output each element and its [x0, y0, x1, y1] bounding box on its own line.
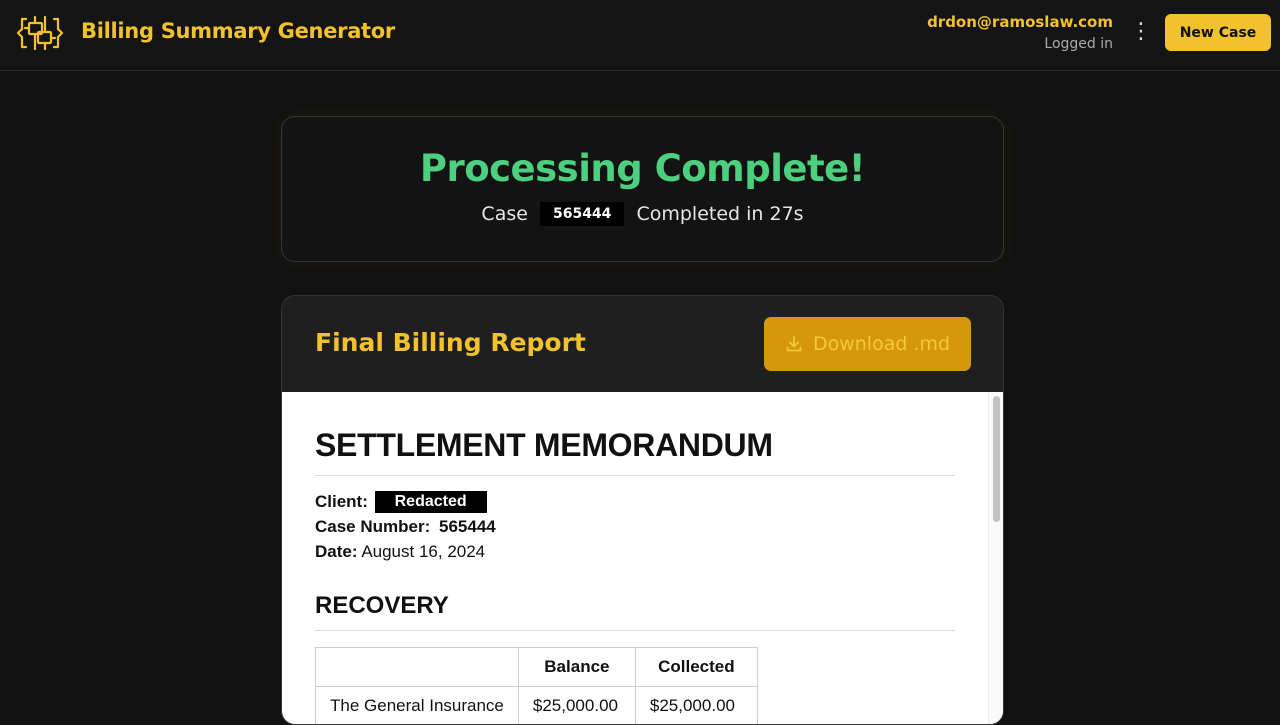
circuit-logo-icon	[16, 13, 64, 53]
case-number-label: Case Number:	[315, 517, 430, 536]
status-line: Case 565444 Completed in 27s	[282, 202, 1003, 226]
case-number-row: Case Number: 565444	[315, 517, 496, 537]
processing-status-card: Processing Complete! Case 565444 Complet…	[281, 116, 1004, 262]
document-heading: SETTLEMENT MEMORANDUM	[315, 427, 773, 464]
completed-time: Completed in 27s	[636, 203, 803, 225]
table-cell: $25,000.00	[635, 687, 757, 725]
top-bar: Billing Summary Generator drdon@ramoslaw…	[0, 0, 1280, 71]
document-scrollbar[interactable]	[988, 392, 1003, 725]
case-number-value: 565444	[439, 517, 496, 536]
download-icon	[785, 335, 803, 353]
app-title: Billing Summary Generator	[81, 19, 395, 43]
table-cell: $25,000.00	[518, 687, 635, 725]
kebab-menu-icon[interactable]: ⋮	[1130, 21, 1148, 45]
date-row: Date: August 16, 2024	[315, 542, 485, 562]
final-report-card: Final Billing Report Download .md SETTLE…	[281, 295, 1004, 725]
scrollbar-thumb[interactable]	[993, 396, 1000, 522]
report-header: Final Billing Report Download .md	[282, 296, 1003, 392]
status-title: Processing Complete!	[282, 147, 1003, 190]
client-redacted-value: Redacted	[375, 491, 487, 513]
column-header: Collected	[635, 648, 757, 687]
user-info: drdon@ramoslaw.com Logged in	[927, 12, 1113, 54]
recovery-heading: RECOVERY	[315, 592, 449, 620]
date-value: August 16, 2024	[361, 542, 485, 561]
case-prefix: Case	[481, 203, 528, 225]
column-header: Balance	[518, 648, 635, 687]
column-header	[316, 648, 519, 687]
client-row: Client: Redacted	[315, 491, 487, 513]
new-case-button[interactable]: New Case	[1165, 14, 1271, 51]
table-header-row: Balance Collected	[316, 648, 758, 687]
table-cell: The General Insurance	[316, 687, 519, 725]
client-label: Client:	[315, 492, 368, 511]
table-row: The General Insurance $25,000.00 $25,000…	[316, 687, 758, 725]
download-md-button[interactable]: Download .md	[764, 317, 971, 371]
recovery-table: Balance Collected The General Insurance …	[315, 647, 758, 725]
report-document-viewer[interactable]: SETTLEMENT MEMORANDUM Client: Redacted C…	[282, 392, 1003, 725]
login-status: Logged in	[927, 34, 1113, 54]
report-title: Final Billing Report	[315, 328, 586, 357]
user-email: drdon@ramoslaw.com	[927, 12, 1113, 32]
date-label: Date:	[315, 542, 358, 561]
section-divider	[315, 630, 955, 631]
download-label: Download .md	[813, 333, 950, 355]
case-number-badge: 565444	[540, 202, 624, 226]
heading-divider	[315, 475, 955, 476]
